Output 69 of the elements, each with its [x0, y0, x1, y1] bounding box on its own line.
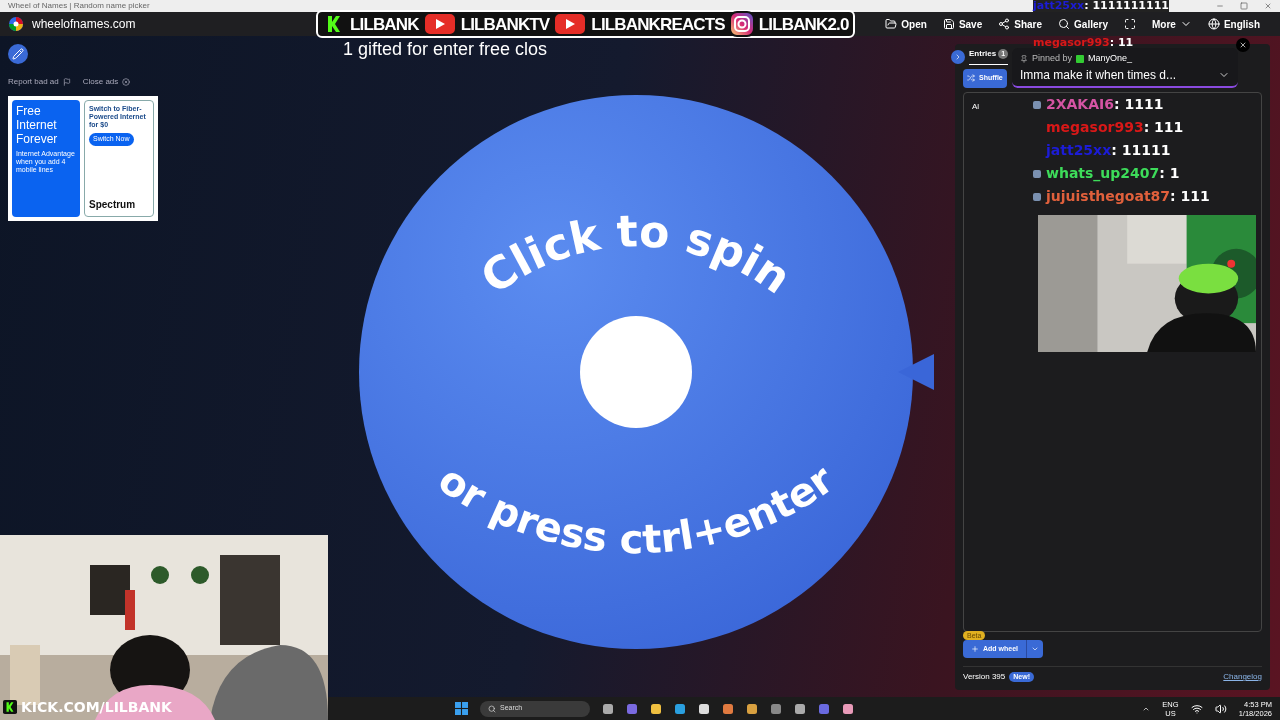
changelog-link[interactable]: Changelog [1223, 671, 1262, 683]
chat-badge-icon [1032, 191, 1042, 202]
site-name[interactable]: wheelofnames.com [32, 15, 136, 33]
wheel-pointer [898, 353, 934, 390]
close-icon [122, 78, 131, 86]
share-icon [998, 18, 1011, 30]
fullscreen-icon [1123, 18, 1136, 30]
version-label: Version 395 [963, 671, 1006, 683]
user-badge-icon [1076, 54, 1085, 63]
header-button[interactable]: Save [938, 16, 987, 32]
edit-button[interactable] [8, 44, 28, 64]
ad-headline: Free Internet Forever [16, 104, 59, 146]
app-icon[interactable] [698, 702, 710, 715]
volume-icon[interactable] [1214, 702, 1227, 715]
header-button[interactable]: English [1203, 16, 1264, 32]
save-icon [942, 18, 955, 30]
pinned-text: Imma make it when times d... [1020, 66, 1177, 84]
entry-text: Al [972, 100, 980, 113]
report-ad-link[interactable]: Report bad ad [8, 76, 71, 88]
kick-logo-icon [3, 700, 17, 714]
app-icon[interactable] [650, 702, 662, 715]
pin-icon [1020, 54, 1028, 63]
windows-logo-icon[interactable] [455, 702, 468, 715]
chat-message: megasor993: 11 [1033, 37, 1134, 49]
wheel-top-text: Click to spin [471, 204, 801, 304]
close-icon[interactable] [1264, 2, 1272, 10]
search-icon [488, 704, 496, 713]
header-button[interactable]: Share [994, 16, 1047, 32]
social-handle: LILBANKTV [460, 15, 550, 33]
globe-icon [1207, 18, 1220, 30]
pinned-by-label: Pinned by [1032, 52, 1073, 65]
close-ads-link[interactable]: Close ads [82, 76, 131, 88]
add-wheel-dropdown[interactable] [1026, 639, 1043, 658]
close-icon [1239, 41, 1247, 49]
shuffle-icon [967, 74, 975, 83]
chat-message: whats_up2407: 1 [1046, 164, 1180, 184]
social-handle: LILBANK2.0 [758, 15, 849, 33]
wheel-logo-icon [8, 16, 24, 32]
social-handle: LILBANK [350, 15, 419, 33]
social-handle: LILBANKREACTS [591, 15, 725, 33]
app-icon[interactable] [842, 702, 854, 715]
app-icon[interactable] [722, 702, 734, 715]
app-icon[interactable] [674, 702, 686, 715]
chevron-right-icon [954, 52, 962, 61]
kick-link-text: KICK.COM/LILBANK [21, 700, 172, 714]
pinned-user: ManyOne_ [1088, 52, 1133, 65]
collapse-button[interactable] [951, 49, 965, 64]
close-button[interactable] [1236, 38, 1250, 52]
header-button[interactable]: Open [881, 16, 931, 32]
ad-brand: Spectrum [89, 198, 137, 212]
header-button[interactable]: Gallery [1054, 16, 1112, 32]
plus-icon [971, 644, 979, 653]
chat-message: jujuisthegoat87: 111 [1046, 187, 1210, 206]
folder-icon [885, 18, 898, 30]
app-icon[interactable] [746, 702, 758, 715]
chat-message: jatt25xx: 1111111111 [1033, 0, 1169, 12]
app-icon[interactable] [602, 702, 614, 715]
flag-icon [62, 78, 71, 86]
search-icon [1058, 18, 1071, 30]
chat-message: 2XAKAI6: 1111 [1046, 95, 1164, 114]
chat-badge-icon [1032, 99, 1042, 110]
chat-badge-icon [1032, 168, 1042, 179]
tab-title: Wheel of Names | Random name picker [8, 2, 150, 10]
network-icon[interactable] [1190, 702, 1203, 715]
ticker-text: 1 gifted for enter free clos [343, 40, 548, 58]
chat-message: jatt25xx: 11111 [1046, 141, 1171, 160]
chat-message: megasor993: 111 [1046, 118, 1184, 137]
header-button[interactable]: More [1147, 16, 1196, 32]
app-icon[interactable] [794, 702, 806, 715]
